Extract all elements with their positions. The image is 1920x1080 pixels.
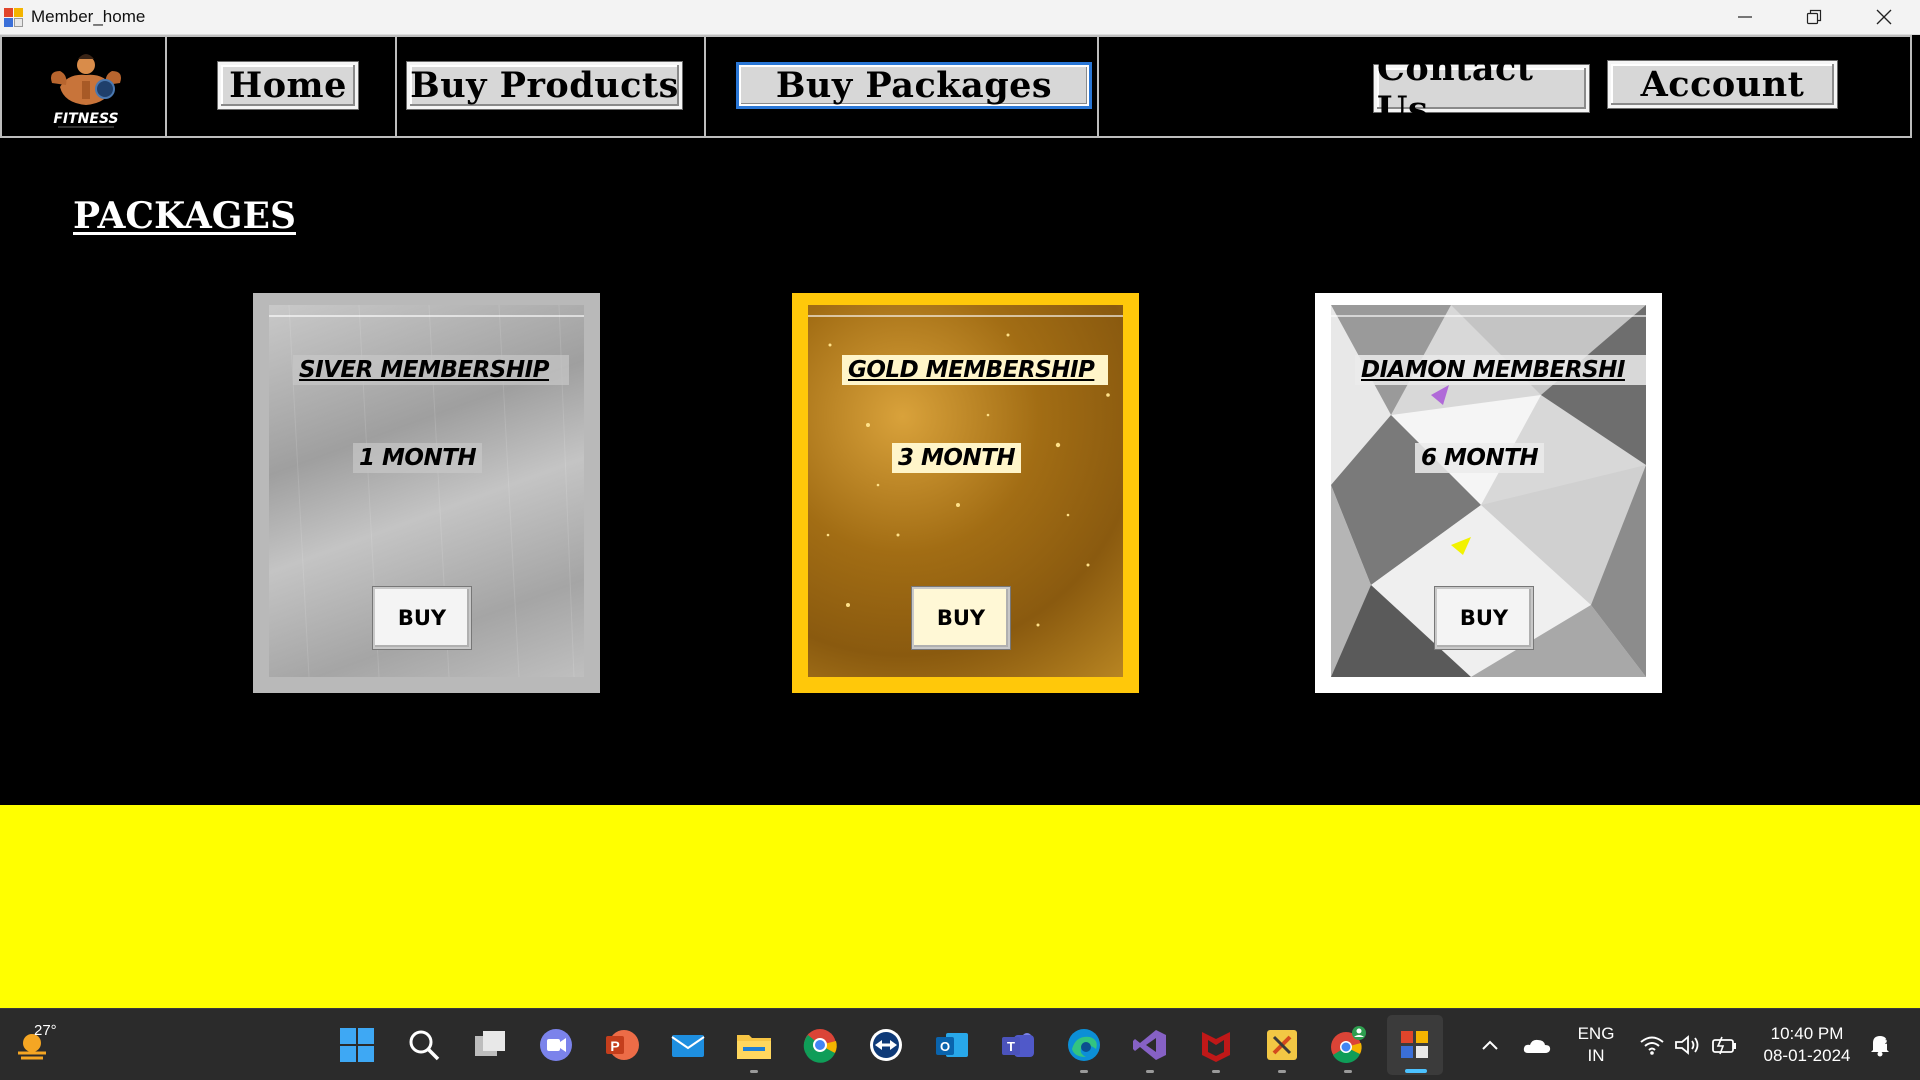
window-title: Member_home	[31, 7, 146, 26]
close-icon	[1876, 9, 1892, 25]
bodybuilder-logo-icon: FITNESS	[51, 54, 121, 128]
active-indicator	[1405, 1069, 1427, 1073]
package-card-panel: GOLD MEMBERSHIP 3 MONTH BUY	[808, 305, 1123, 677]
running-indicator	[1344, 1070, 1352, 1073]
nav-divider	[704, 37, 706, 136]
mcafee-icon[interactable]	[1194, 1023, 1238, 1073]
running-indicator	[1212, 1070, 1220, 1073]
battery-icon[interactable]	[1702, 1023, 1746, 1067]
nav-divider	[395, 37, 397, 136]
close-button[interactable]	[1849, 0, 1919, 34]
nav-home-button[interactable]: Home	[218, 62, 358, 109]
search-icon[interactable]	[402, 1023, 446, 1067]
windows-taskbar: 27° P O T ENG IN 10:40 PM 08-01-2024 z	[0, 1008, 1920, 1080]
running-indicator	[1080, 1070, 1088, 1073]
footer-panel	[0, 805, 1920, 1008]
running-indicator	[1278, 1070, 1286, 1073]
package-title: SIVER MEMBERSHIP	[293, 355, 569, 385]
package-card-panel: DIAMON MEMBERSHI 6 MONTH BUY	[1331, 305, 1646, 677]
running-indicator	[1146, 1070, 1154, 1073]
app-icon	[4, 7, 24, 27]
nav-buy-packages-button[interactable]: Buy Packages	[736, 62, 1092, 109]
package-card-diamond: DIAMON MEMBERSHI 6 MONTH BUY	[1315, 293, 1662, 693]
clock[interactable]: 10:40 PM 08-01-2024	[1752, 1023, 1862, 1067]
file-explorer-icon[interactable]	[732, 1023, 776, 1073]
tools-app-icon[interactable]	[1260, 1023, 1304, 1073]
outlook-icon[interactable]: O	[930, 1023, 974, 1067]
notification-bell-icon[interactable]: z	[1858, 1023, 1902, 1067]
member-home-app-icon[interactable]	[1393, 1023, 1437, 1067]
visual-studio-icon[interactable]	[1128, 1023, 1172, 1073]
mail-icon[interactable]	[666, 1023, 710, 1067]
main-content: PACKAGES SIVER MEMBERSHIP 1 MONTH BUY GO…	[0, 140, 1920, 805]
logo-text: FITNESS	[53, 111, 118, 127]
nav-buy-products-button[interactable]: Buy Products	[407, 62, 682, 109]
svg-text:z: z	[1885, 1037, 1889, 1046]
package-duration: 1 MONTH	[353, 443, 483, 473]
package-card-panel: SIVER MEMBERSHIP 1 MONTH BUY	[269, 305, 584, 677]
buy-silver-button[interactable]: BUY	[373, 587, 471, 649]
nav-divider	[1097, 37, 1099, 136]
buy-diamond-button[interactable]: BUY	[1435, 587, 1533, 649]
nav-contact-us-button[interactable]: Contact Us	[1374, 48, 1589, 130]
nav-account-button[interactable]: Account	[1608, 61, 1837, 108]
teams-icon[interactable]: T	[996, 1023, 1040, 1067]
restore-icon	[1806, 9, 1822, 25]
running-indicator	[750, 1070, 758, 1073]
nav-header: FITNESS Home Buy Products Buy Packages C…	[0, 35, 1912, 138]
buy-gold-button[interactable]: BUY	[912, 587, 1010, 649]
package-duration: 3 MONTH	[892, 443, 1022, 473]
card-divider	[808, 315, 1123, 317]
onedrive-cloud-icon[interactable]	[1515, 1023, 1559, 1067]
clock-time: 10:40 PM	[1770, 1024, 1844, 1043]
package-title: GOLD MEMBERSHIP	[842, 355, 1108, 385]
minimize-button[interactable]	[1710, 0, 1780, 34]
package-duration: 6 MONTH	[1415, 443, 1545, 473]
chrome-profile-icon[interactable]	[1326, 1023, 1370, 1073]
page-title: PACKAGES	[73, 195, 296, 237]
fitness-logo: FITNESS	[8, 41, 164, 133]
card-divider	[1331, 315, 1646, 317]
restore-button[interactable]	[1779, 0, 1849, 34]
language-code: ENG	[1577, 1024, 1615, 1043]
task-view-icon[interactable]	[468, 1023, 512, 1067]
clock-date: 08-01-2024	[1763, 1046, 1851, 1065]
language-indicator[interactable]: ENG IN	[1571, 1023, 1621, 1067]
meet-chat-icon[interactable]	[534, 1023, 578, 1067]
windows-start-icon[interactable]	[335, 1023, 379, 1067]
svg-text:T: T	[1007, 1039, 1015, 1054]
teamviewer-icon[interactable]	[864, 1023, 908, 1067]
chevron-up-icon[interactable]	[1468, 1023, 1512, 1067]
weather-temperature: 27°	[34, 1022, 57, 1039]
package-title: DIAMON MEMBERSHI	[1355, 355, 1646, 385]
nav-divider	[165, 37, 167, 136]
minimize-icon	[1738, 16, 1752, 18]
svg-text:P: P	[610, 1038, 619, 1054]
window-titlebar: Member_home	[0, 0, 1920, 35]
chrome-icon[interactable]	[798, 1023, 842, 1067]
svg-text:O: O	[940, 1039, 950, 1054]
package-card-silver: SIVER MEMBERSHIP 1 MONTH BUY	[253, 293, 600, 693]
edge-icon[interactable]	[1062, 1023, 1106, 1073]
powerpoint-icon[interactable]: P	[600, 1023, 644, 1067]
region-code: IN	[1587, 1046, 1605, 1065]
package-card-gold: GOLD MEMBERSHIP 3 MONTH BUY	[792, 293, 1139, 693]
